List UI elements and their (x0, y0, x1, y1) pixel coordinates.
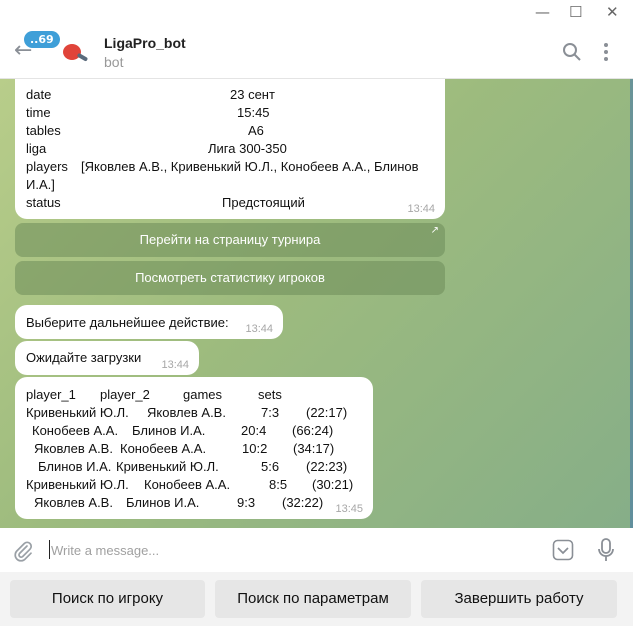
info-value: 15:45 (237, 105, 270, 120)
stats-cell: Блинов И.А. (132, 423, 206, 438)
button-label: Посмотреть статистику игроков (135, 270, 325, 285)
stats-cell: Конобеев А.А. (120, 441, 207, 456)
stats-cell: Кривенький Ю.Л. (26, 477, 129, 492)
stats-cell: Блинов И.А. (38, 459, 112, 474)
info-value: А6 (248, 123, 264, 138)
stats-cell: (32:22) (282, 495, 324, 510)
info-value: Лига 300-350 (208, 141, 287, 156)
info-key: players (26, 159, 68, 174)
unread-badge: ..69 (24, 31, 60, 48)
message-input[interactable] (51, 540, 531, 560)
stats-cell: (30:21) (312, 477, 354, 492)
stats-cell: Конобеев А.А. (144, 477, 231, 492)
stats-cell: Блинов И.А. (126, 495, 200, 510)
stats-cell: Яковлев А.В. (147, 405, 226, 420)
info-key: time (26, 105, 51, 120)
message-composer (0, 528, 633, 572)
stats-cell: (22:23) (306, 459, 348, 474)
stats-cell: Кривенький Ю.Л. (26, 405, 129, 420)
maximize-button[interactable]: ☐ (569, 3, 582, 21)
open-tournament-page-button[interactable]: Перейти на страницу турнира ↗ (15, 223, 445, 257)
chat-subtitle: bot (104, 54, 124, 70)
stats-header: games (183, 387, 223, 402)
message-text: Выберите дальнейшее действие: (26, 315, 229, 330)
stats-header: player_2 (100, 387, 150, 402)
info-value: [Яковлев А.В., Кривенький Ю.Л., Конобеев… (81, 159, 419, 174)
window-titlebar: — ☐ ✕ (0, 0, 633, 26)
chat-title[interactable]: LigaPro_bot (104, 35, 186, 51)
bot-avatar-icon[interactable] (58, 40, 92, 66)
message-text: Ожидайте загрузки (26, 350, 142, 365)
bot-keyboard-icon[interactable] (552, 539, 574, 561)
external-link-icon: ↗ (430, 225, 439, 236)
minimize-button[interactable]: — (535, 3, 550, 21)
stats-cell: Кривенький Ю.Л. (116, 459, 219, 474)
info-value: Предстоящий (222, 195, 305, 210)
paperclip-icon[interactable] (12, 540, 34, 562)
info-key: status (26, 195, 61, 210)
finish-work-button[interactable]: Завершить работу (421, 580, 617, 618)
reply-keyboard: Поиск по игроку Поиск по параметрам Заве… (0, 572, 633, 626)
stats-cell: 7:3 (261, 405, 280, 420)
stats-cell: 5:6 (261, 459, 280, 474)
microphone-icon[interactable] (597, 538, 615, 562)
choose-action-message: Выберите дальнейшее действие: 13:44 (15, 305, 283, 339)
stats-header: sets (258, 387, 282, 402)
stats-cell: Яковлев А.В. (34, 441, 113, 456)
close-window-button[interactable]: ✕ (606, 3, 619, 21)
loading-message: Ожидайте загрузки 13:44 (15, 341, 199, 375)
search-by-parameters-button[interactable]: Поиск по параметрам (215, 580, 411, 618)
tournament-info-message: date 23 сент time 15:45 tables А6 liga Л… (15, 79, 445, 219)
message-time: 13:44 (245, 323, 273, 335)
info-value: 23 сент (230, 87, 275, 102)
stats-cell: 9:3 (237, 495, 256, 510)
stats-message: player_1 player_2 games sets Кривенький … (15, 377, 373, 519)
text-cursor (49, 540, 50, 559)
stats-header: player_1 (26, 387, 76, 402)
stats-cell: 8:5 (269, 477, 288, 492)
stats-cell: (66:24) (292, 423, 334, 438)
search-by-player-button[interactable]: Поиск по игроку (10, 580, 205, 618)
more-vertical-icon[interactable] (600, 42, 612, 62)
view-player-stats-button[interactable]: Посмотреть статистику игроков (15, 261, 445, 295)
message-time: 13:44 (161, 359, 189, 371)
stats-cell: (22:17) (306, 405, 348, 420)
stats-cell: 10:2 (242, 441, 268, 456)
chat-header: ← ..69 LigaPro_bot bot (0, 26, 633, 79)
message-time: 13:45 (335, 503, 363, 515)
stats-cell: (34:17) (293, 441, 335, 456)
info-key: liga (26, 141, 47, 156)
chat-area[interactable]: date 23 сент time 15:45 tables А6 liga Л… (0, 79, 633, 528)
search-icon[interactable] (562, 42, 582, 62)
info-value: И.А.] (26, 177, 55, 192)
info-key: tables (26, 123, 61, 138)
stats-cell: 20:4 (241, 423, 267, 438)
stats-cell: Яковлев А.В. (34, 495, 113, 510)
stats-cell: Конобеев А.А. (32, 423, 119, 438)
info-key: date (26, 87, 52, 102)
button-label: Перейти на страницу турнира (139, 232, 321, 247)
